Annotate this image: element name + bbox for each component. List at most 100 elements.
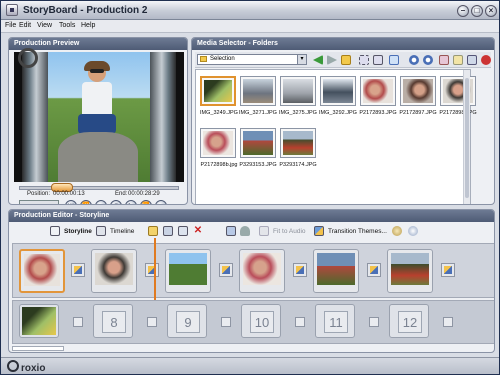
overlay-clip-1[interactable] bbox=[19, 304, 59, 338]
media-header: Media Selector - Folders bbox=[192, 38, 494, 50]
transition-themes-icon[interactable] bbox=[314, 226, 324, 236]
refresh-icon[interactable] bbox=[481, 55, 491, 65]
slot-box-2[interactable] bbox=[147, 317, 157, 327]
playhead[interactable] bbox=[154, 238, 156, 308]
storyline-clip-3[interactable] bbox=[165, 249, 211, 293]
storyline-clip-6[interactable] bbox=[387, 249, 433, 293]
empty-slot-10[interactable]: 10 bbox=[241, 304, 281, 338]
storyline-track bbox=[12, 243, 494, 298]
title-bar: StoryBoard - Production 2 – □ × bbox=[1, 1, 499, 20]
skip-start-icon[interactable]: ⏮ bbox=[65, 200, 77, 204]
zoom-out-icon[interactable] bbox=[423, 55, 433, 65]
slot-box-4[interactable] bbox=[295, 317, 305, 327]
media-thumb-2[interactable] bbox=[240, 76, 276, 106]
help-icon[interactable] bbox=[408, 226, 418, 236]
roxio-logo: roxio bbox=[7, 360, 45, 374]
app-window: StoryBoard - Production 2 – □ × File Edi… bbox=[0, 0, 500, 375]
view-thumbs-icon[interactable] bbox=[453, 55, 463, 65]
menu-view[interactable]: View bbox=[37, 22, 52, 29]
menu-file[interactable]: File bbox=[5, 22, 16, 29]
media-thumb-7[interactable] bbox=[440, 76, 476, 106]
delete-icon[interactable]: ✕ bbox=[193, 226, 203, 236]
skip-end-icon[interactable]: ⏭ bbox=[155, 200, 167, 204]
slot-box-3[interactable] bbox=[221, 317, 231, 327]
production-preview-panel: Production Preview Position: 00:00:00:13… bbox=[8, 37, 188, 205]
transition-slot-1[interactable] bbox=[71, 263, 85, 277]
media-toolbar: Selection ▾ bbox=[195, 52, 491, 68]
media-selector-panel: Media Selector - Folders Selection ▾ IMG… bbox=[191, 37, 495, 205]
window-title: StoryBoard - Production 2 bbox=[23, 5, 148, 16]
select-all-icon[interactable] bbox=[359, 55, 369, 65]
copy-icon[interactable] bbox=[178, 226, 188, 236]
editor-scrollbar[interactable] bbox=[12, 346, 64, 351]
transition-slot-3[interactable] bbox=[219, 263, 233, 277]
media-thumb-8[interactable] bbox=[200, 128, 236, 158]
back-icon[interactable] bbox=[313, 55, 323, 65]
close-button[interactable]: × bbox=[485, 5, 497, 17]
fast-forward-icon[interactable]: ⏩ bbox=[140, 200, 152, 204]
forward-icon[interactable] bbox=[327, 55, 337, 65]
menu-edit[interactable]: Edit bbox=[19, 22, 31, 29]
timeline-view-icon[interactable] bbox=[96, 226, 106, 236]
cut-icon[interactable] bbox=[163, 226, 173, 236]
select-none-icon[interactable] bbox=[373, 55, 383, 65]
slot-box-5[interactable] bbox=[369, 317, 379, 327]
view-details-icon[interactable] bbox=[439, 55, 449, 65]
editor-header: Production Editor - Storyline bbox=[9, 210, 494, 222]
timeline-tab[interactable]: Timeline bbox=[110, 228, 134, 235]
volume-control[interactable] bbox=[19, 200, 59, 204]
media-scrollbar[interactable] bbox=[463, 70, 470, 204]
media-thumb-10[interactable] bbox=[280, 128, 316, 158]
rewind-icon[interactable]: ⏪ bbox=[80, 200, 92, 204]
position-label: Position: bbox=[27, 191, 51, 197]
slot-box-6[interactable] bbox=[443, 317, 453, 327]
empty-slot-12[interactable]: 12 bbox=[389, 304, 429, 338]
transition-slot-5[interactable] bbox=[367, 263, 381, 277]
media-thumb-6[interactable] bbox=[400, 76, 436, 106]
position-slider[interactable] bbox=[19, 186, 179, 190]
storyline-clip-5[interactable] bbox=[313, 249, 359, 293]
view-list-icon[interactable] bbox=[467, 55, 477, 65]
transition-themes-button[interactable]: Transition Themes... bbox=[328, 228, 387, 235]
position-time: 00:00:00:13 bbox=[53, 191, 85, 197]
slot-box-1[interactable] bbox=[73, 317, 83, 327]
menu-tools[interactable]: Tools bbox=[59, 22, 75, 29]
maximize-button[interactable]: □ bbox=[471, 5, 483, 17]
end-label: End: bbox=[115, 191, 128, 197]
fit-to-audio-button[interactable]: Fit to Audio bbox=[273, 228, 306, 235]
empty-slot-8[interactable]: 8 bbox=[93, 304, 133, 338]
media-thumb-3[interactable] bbox=[280, 76, 316, 106]
media-thumb-1[interactable] bbox=[200, 76, 236, 106]
minimize-button[interactable]: – bbox=[457, 5, 469, 17]
empty-slot-11[interactable]: 11 bbox=[315, 304, 355, 338]
storyline-clip-4[interactable] bbox=[239, 249, 285, 293]
transition-slot-2[interactable] bbox=[145, 263, 159, 277]
media-thumb-5[interactable] bbox=[360, 76, 396, 106]
zoom-in-icon[interactable] bbox=[409, 55, 419, 65]
media-caption-7: P2172898.JPG bbox=[439, 110, 477, 116]
media-grid: IMG_3249.JPG IMG_3271.JPG IMG_3275.JPG I… bbox=[195, 69, 477, 204]
media-thumb-9[interactable] bbox=[240, 128, 276, 158]
microphone-icon[interactable] bbox=[240, 226, 250, 236]
empty-slot-9[interactable]: 9 bbox=[167, 304, 207, 338]
pointer-icon[interactable] bbox=[148, 226, 158, 236]
folder-up-icon[interactable] bbox=[341, 55, 351, 65]
editor-toolbar: Storyline Timeline ✕ Fit to Audio Transi… bbox=[12, 224, 491, 238]
storyline-clip-2[interactable] bbox=[91, 249, 137, 293]
fit-to-audio-icon[interactable] bbox=[259, 226, 269, 236]
media-thumb-4[interactable] bbox=[320, 76, 356, 106]
storyline-tab[interactable]: Storyline bbox=[64, 228, 92, 235]
settings-icon[interactable] bbox=[392, 226, 402, 236]
menu-bar: File Edit View Tools Help bbox=[1, 20, 499, 33]
stop-icon[interactable]: ■ bbox=[110, 200, 122, 204]
add-audio-icon[interactable] bbox=[226, 226, 236, 236]
rotate-icon[interactable] bbox=[389, 55, 399, 65]
folder-select[interactable]: Selection ▾ bbox=[197, 54, 307, 65]
menu-help[interactable]: Help bbox=[81, 22, 95, 29]
pause-icon[interactable]: ⏸ bbox=[95, 200, 107, 204]
transition-slot-4[interactable] bbox=[293, 263, 307, 277]
storyline-view-icon[interactable] bbox=[50, 226, 60, 236]
play-icon[interactable]: ▶ bbox=[125, 200, 137, 204]
storyline-clip-1[interactable] bbox=[19, 249, 65, 293]
transition-slot-6[interactable] bbox=[441, 263, 455, 277]
